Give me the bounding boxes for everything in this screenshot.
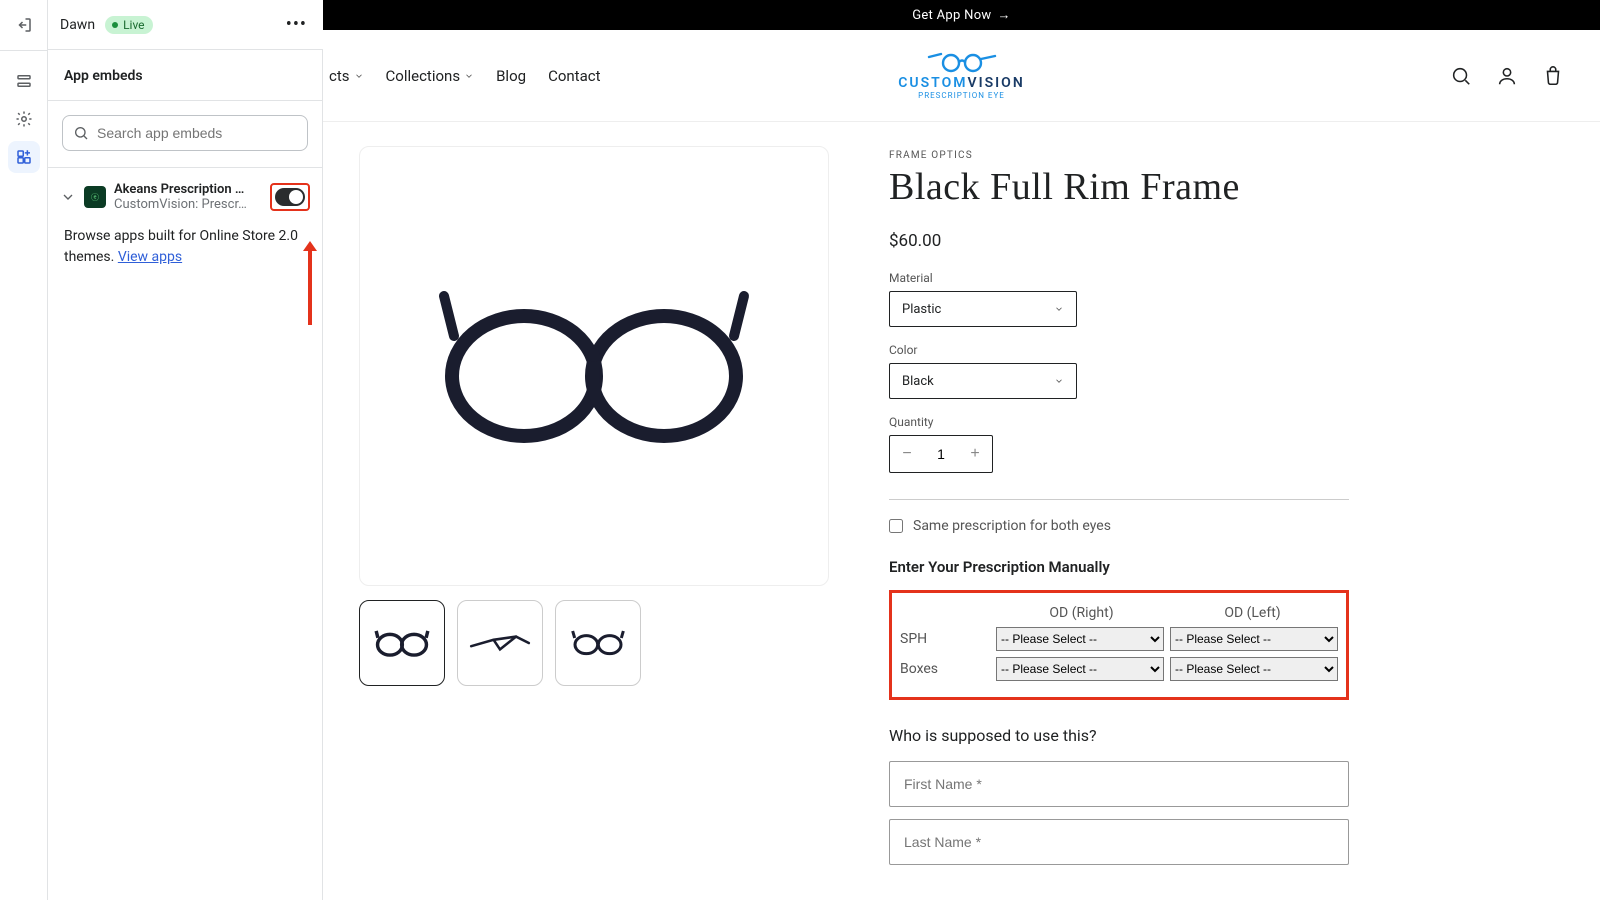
app-icon: ⓔ (84, 186, 106, 208)
row-sph-label: SPH (900, 631, 990, 647)
account-icon[interactable] (1496, 65, 1518, 87)
panel-title: App embeds (48, 50, 322, 101)
app-embed-row[interactable]: ⓔ Akeans Prescription … CustomVision: Pr… (48, 168, 322, 222)
embed-subtitle: CustomVision: Prescr… (114, 197, 262, 212)
color-select[interactable]: Black (889, 363, 1077, 399)
nav-contact[interactable]: Contact (548, 67, 600, 85)
theme-status-badge: Live (105, 16, 152, 34)
annotation-arrow (308, 250, 312, 325)
chevron-down-icon (1054, 376, 1064, 386)
store-logo[interactable]: CUSTOMVISION PRESCRIPTION EYE (898, 51, 1024, 100)
same-prescription-checkbox[interactable] (889, 519, 903, 533)
manual-prescription-heading: Enter Your Prescription Manually (889, 558, 1349, 576)
chevron-down-icon (60, 189, 76, 205)
app-embeds-panel: App embeds ⓔ Akeans Prescription … Custo… (48, 50, 323, 900)
search-icon[interactable] (1450, 65, 1472, 87)
embed-title: Akeans Prescription … (114, 182, 262, 197)
theme-name: Dawn (60, 17, 95, 33)
search-input[interactable] (97, 125, 297, 141)
thumbnail-1[interactable] (359, 600, 445, 686)
embed-enable-toggle[interactable] (275, 188, 305, 206)
product-gallery (359, 146, 829, 900)
more-actions-button[interactable]: ••• (282, 10, 311, 39)
main-nav: cts Collections Blog Contact (323, 67, 601, 85)
boxes-left-select[interactable]: -- Please Select -- (1170, 657, 1338, 681)
same-prescription-label: Same prescription for both eyes (913, 518, 1111, 534)
exit-editor-button[interactable] (8, 9, 40, 41)
divider (889, 499, 1349, 500)
sections-tab[interactable] (8, 65, 40, 97)
nav-blog[interactable]: Blog (496, 67, 526, 85)
chevron-down-icon (1054, 304, 1064, 314)
sph-right-select[interactable]: -- Please Select -- (996, 627, 1164, 651)
browse-apps-text: Browse apps built for Online Store 2.0 t… (48, 222, 322, 288)
material-label: Material (889, 271, 1349, 285)
product-details: FRAME OPTICS Black Full Rim Frame $60.00… (889, 146, 1349, 900)
search-icon (73, 125, 89, 141)
app-embeds-tab[interactable] (8, 141, 40, 173)
col-od-right: OD (Right) (996, 605, 1167, 621)
color-label: Color (889, 343, 1349, 357)
nav-products[interactable]: cts (329, 67, 364, 85)
glasses-illustration (414, 276, 774, 456)
product-price: $60.00 (889, 231, 1349, 251)
glasses-logo-icon (927, 51, 997, 73)
quantity-label: Quantity (889, 415, 1349, 429)
prescription-table-highlight: OD (Right) OD (Left) SPH -- Please Selec… (889, 590, 1349, 700)
qty-increase[interactable]: + (958, 436, 992, 472)
sph-left-select[interactable]: -- Please Select -- (1170, 627, 1338, 651)
col-od-left: OD (Left) (1167, 605, 1338, 621)
thumbnail-3[interactable] (555, 600, 641, 686)
editor-topbar: Dawn Live ••• (48, 0, 323, 50)
store-header: cts Collections Blog Contact CUSTOMVISIO… (323, 30, 1600, 122)
boxes-right-select[interactable]: -- Please Select -- (996, 657, 1164, 681)
cart-icon[interactable] (1542, 65, 1564, 87)
theme-preview: Get App Now → cts Collections Blog Conta… (323, 0, 1600, 900)
last-name-input[interactable] (889, 819, 1349, 865)
who-heading: Who is supposed to use this? (889, 726, 1349, 745)
product-vendor: FRAME OPTICS (889, 150, 1349, 161)
qty-input[interactable] (924, 446, 958, 462)
arrow-right-icon: → (997, 7, 1010, 23)
quantity-stepper: − + (889, 435, 993, 473)
first-name-input[interactable] (889, 761, 1349, 807)
product-title: Black Full Rim Frame (889, 165, 1349, 209)
thumbnail-2[interactable] (457, 600, 543, 686)
search-app-embeds[interactable] (62, 115, 308, 151)
announcement-text: Get App Now (912, 8, 991, 23)
qty-decrease[interactable]: − (890, 436, 924, 472)
same-prescription-row[interactable]: Same prescription for both eyes (889, 518, 1349, 534)
main-product-image[interactable] (359, 146, 829, 586)
announcement-bar[interactable]: Get App Now → (323, 0, 1600, 30)
material-select[interactable]: Plastic (889, 291, 1077, 327)
nav-collections[interactable]: Collections (386, 67, 475, 85)
product-section: FRAME OPTICS Black Full Rim Frame $60.00… (323, 122, 1600, 900)
theme-settings-tab[interactable] (8, 103, 40, 135)
highlight-box (270, 183, 310, 211)
editor-icon-rail (0, 0, 48, 900)
view-apps-link[interactable]: View apps (118, 249, 182, 265)
row-boxes-label: Boxes (900, 661, 990, 677)
